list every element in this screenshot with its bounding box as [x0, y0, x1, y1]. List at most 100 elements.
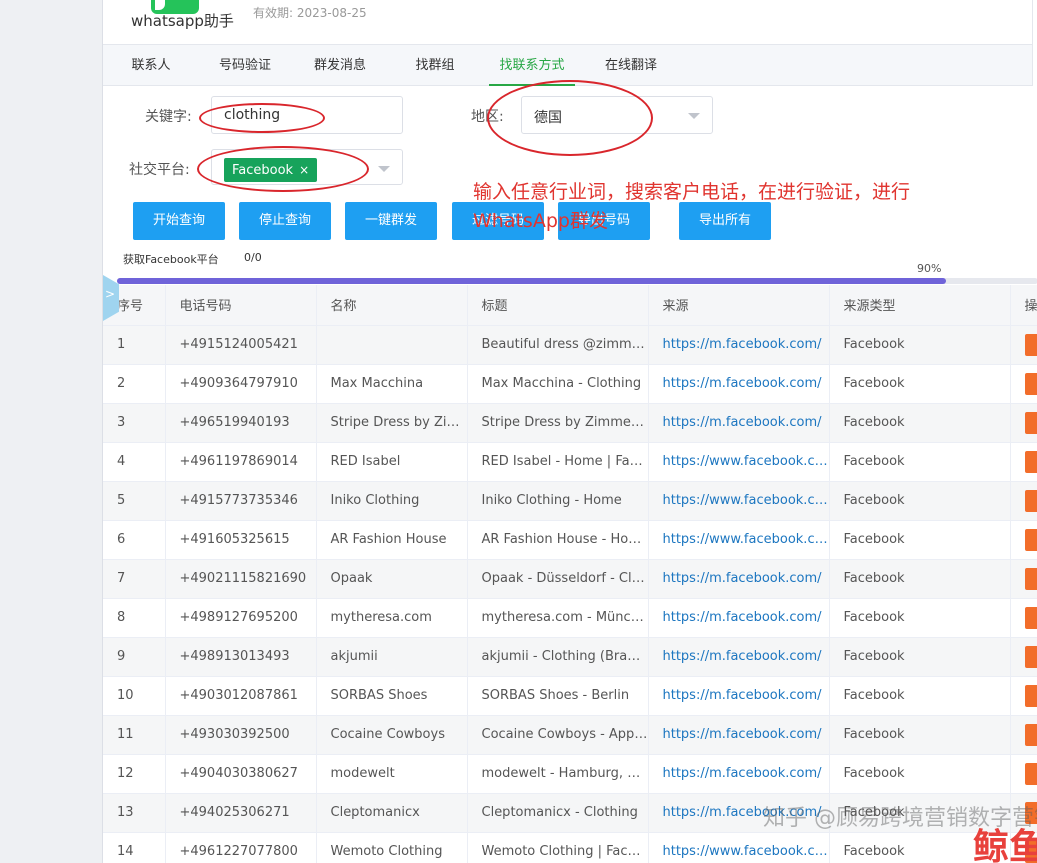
table-header-row: 序号 电话号码 名称 标题 来源 来源类型 操作: [103, 285, 1037, 326]
table-row[interactable]: 3+496519940193Stripe Dress by Zimmermann…: [103, 403, 1037, 443]
app-header: whatsapp助手 有效期: 2023-08-25: [103, 0, 1033, 44]
cell-source[interactable]: https://m.facebook.com/: [648, 637, 830, 677]
cell-source[interactable]: https://m.facebook.com/: [648, 364, 830, 404]
cell-index: 11: [103, 715, 166, 755]
action-button[interactable]: [1024, 372, 1037, 395]
cell-title: Cocaine Cowboys - Apparel: [467, 715, 649, 755]
platform-tag-facebook: Facebook ×: [224, 158, 318, 182]
tab-find-contacts[interactable]: 找联系方式: [489, 45, 575, 86]
cell-source[interactable]: https://m.facebook.com/: [648, 754, 830, 794]
cell-action: [1010, 676, 1037, 716]
cell-source[interactable]: https://www.facebook.com/: [648, 832, 830, 863]
region-selected-value: 德国: [534, 110, 562, 126]
cell-title: RED Isabel - Home | Facebook: [467, 442, 649, 482]
platform-select[interactable]: Facebook ×: [211, 149, 403, 185]
cell-name: mytheresa.com: [316, 598, 468, 638]
col-header-name[interactable]: 名称: [316, 285, 468, 326]
table-row[interactable]: 12 +4904030380627 modewelt modewelt - Hambu…: [103, 754, 1037, 794]
cell-source-type: Facebook: [829, 598, 1011, 638]
table-row[interactable]: 5 +4915773735346 Iniko Clothing Iniko Cloth…: [103, 481, 1037, 521]
tab-online-translate[interactable]: 在线翻译: [595, 45, 667, 86]
stop-query-button[interactable]: 停止查询: [239, 202, 331, 240]
table-row[interactable]: 2 +4909364797910 Max Macchina Max Macchina …: [103, 364, 1037, 404]
action-button[interactable]: [1024, 762, 1037, 785]
cell-name: Iniko Clothing: [316, 481, 468, 521]
action-button[interactable]: [1024, 723, 1037, 746]
action-button[interactable]: [1024, 801, 1037, 824]
action-button[interactable]: [1024, 684, 1037, 707]
cell-source-type: Facebook: [829, 520, 1011, 560]
keyword-input[interactable]: [212, 97, 402, 133]
cell-name: Stripe Dress by Zimmermann: [316, 403, 468, 443]
table-row[interactable]: 9 +498913013493 akjumii akjumii - Clothing …: [103, 637, 1037, 677]
cell-source[interactable]: https://www.facebook.com/: [648, 520, 830, 560]
action-button[interactable]: [1024, 645, 1037, 668]
cell-index: 6: [103, 520, 166, 560]
col-header-phone[interactable]: 电话号码: [165, 285, 317, 326]
table-row[interactable]: 8 +4989127695200 mytheresa.com mytheresa.co…: [103, 598, 1037, 638]
col-header-source-type[interactable]: 来源类型: [829, 285, 1011, 326]
results-table: 序号 电话号码 名称 标题 来源 来源类型 操作 1+4915124005421…: [103, 285, 1037, 863]
close-icon[interactable]: ×: [299, 163, 309, 177]
cell-source[interactable]: https://www.facebook.com/: [648, 481, 830, 521]
tab-bulk-message[interactable]: 群发消息: [303, 45, 377, 86]
cell-name: Max Macchina: [316, 364, 468, 404]
table-row[interactable]: 14 +4961227077800 Wemoto Clothing Wemoto Cl…: [103, 832, 1037, 863]
cell-source-type: Facebook: [829, 793, 1011, 833]
action-button[interactable]: [1024, 450, 1037, 473]
cell-action: [1010, 364, 1037, 404]
tab-number-verify[interactable]: 号码验证: [209, 45, 281, 86]
table-row[interactable]: 13 +494025306271 Cleptomanicx Cleptomanicx …: [103, 793, 1037, 833]
cell-source-type: Facebook: [829, 832, 1011, 863]
start-query-button[interactable]: 开始查询: [133, 202, 225, 240]
cell-source[interactable]: https://m.facebook.com/: [648, 793, 830, 833]
cell-name: modewelt: [316, 754, 468, 794]
table-row[interactable]: 10 +4903012087861 SORBAS Shoes SORBAS Shoes…: [103, 676, 1037, 716]
table-row[interactable]: 6 +491605325615 AR Fashion House AR Fashion…: [103, 520, 1037, 560]
cell-phone: +4909364797910: [165, 364, 317, 404]
keyword-field[interactable]: [211, 96, 403, 134]
app-title: whatsapp助手: [131, 12, 234, 30]
tab-find-groups[interactable]: 找群组: [403, 45, 467, 86]
keyword-label: 关键字:: [145, 109, 192, 125]
cell-source[interactable]: https://m.facebook.com/: [648, 403, 830, 443]
cell-source[interactable]: https://m.facebook.com/: [648, 559, 830, 599]
cell-phone: +498913013493: [165, 637, 317, 677]
col-header-title[interactable]: 标题: [467, 285, 649, 326]
table-row[interactable]: 11 +493030392500 Cocaine Cowboys Cocaine Co…: [103, 715, 1037, 755]
bulk-send-button[interactable]: 一键群发: [345, 202, 437, 240]
cell-source[interactable]: https://www.facebook.com/: [648, 442, 830, 482]
cell-phone: +493030392500: [165, 715, 317, 755]
cell-phone: +49021115821690: [165, 559, 317, 599]
cell-source[interactable]: https://m.facebook.com/: [648, 598, 830, 638]
action-button[interactable]: [1024, 489, 1037, 512]
action-button[interactable]: [1024, 333, 1037, 356]
table-row[interactable]: 7 +49021115821690 Opaak Opaak - Düsseldorf …: [103, 559, 1037, 599]
region-select[interactable]: 德国: [521, 96, 713, 134]
cell-title: Stripe Dress by Zimmermann: [467, 403, 649, 443]
table-row[interactable]: 1+4915124005421 Beautiful dress @zimmerma…: [103, 325, 1037, 365]
cell-action: [1010, 637, 1037, 677]
col-header-action[interactable]: 操作: [1010, 285, 1037, 326]
action-button[interactable]: [1024, 567, 1037, 590]
tab-contacts[interactable]: 联系人: [117, 45, 185, 86]
cell-title: AR Fashion House - Home: [467, 520, 649, 560]
cell-index: 13: [103, 793, 166, 833]
action-button[interactable]: [1024, 528, 1037, 551]
cell-title: SORBAS Shoes - Berlin: [467, 676, 649, 716]
action-button[interactable]: [1024, 606, 1037, 629]
cell-title: mytheresa.com - München: [467, 598, 649, 638]
cell-title: Cleptomanicx - Clothing: [467, 793, 649, 833]
cell-source[interactable]: https://m.facebook.com/: [648, 676, 830, 716]
table-row[interactable]: 4 +4961197869014 RED Isabel RED Isabel - Ho…: [103, 442, 1037, 482]
col-header-source[interactable]: 来源: [648, 285, 830, 326]
action-button[interactable]: [1024, 411, 1037, 434]
cell-name: RED Isabel: [316, 442, 468, 482]
cell-source[interactable]: https://m.facebook.com/: [648, 715, 830, 755]
cell-index: 4: [103, 442, 166, 482]
cell-action: [1010, 403, 1037, 443]
cell-action: [1010, 481, 1037, 521]
cell-source[interactable]: https://m.facebook.com/: [648, 325, 830, 365]
cell-title: Beautiful dress @zimmermann: [467, 325, 649, 365]
action-button[interactable]: [1024, 840, 1037, 863]
